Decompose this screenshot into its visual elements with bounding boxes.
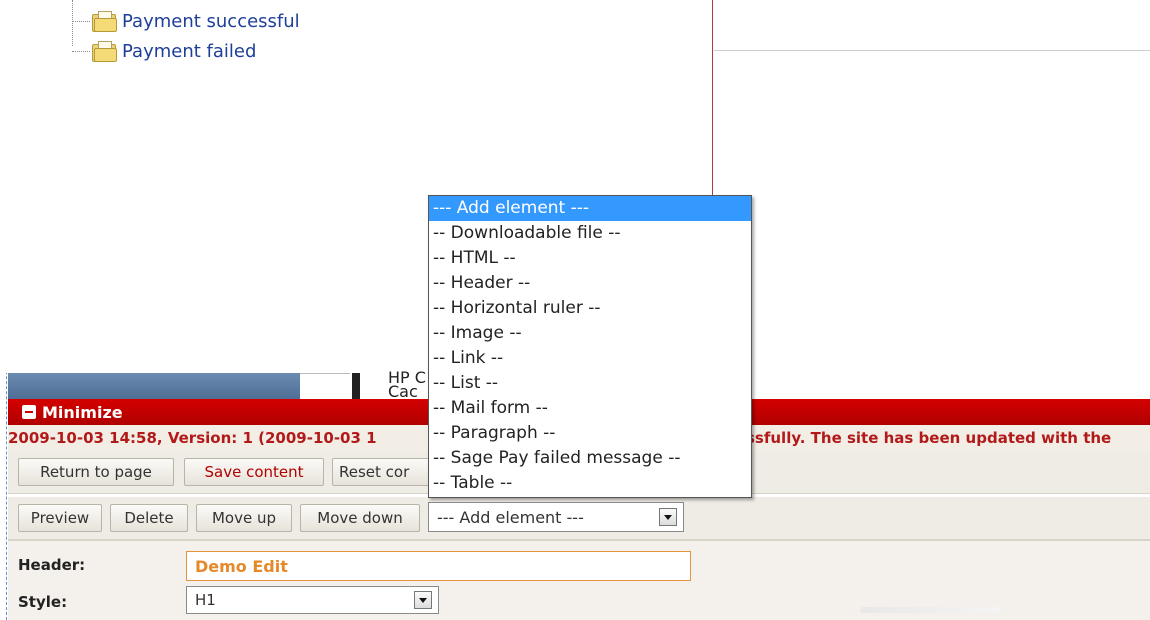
tree-item-payment-failed[interactable]: Payment failed	[92, 39, 256, 63]
dropdown-option-sage-pay-failed-message[interactable]: -- Sage Pay failed message --	[429, 446, 751, 471]
dropdown-option-add-element[interactable]: --- Add element ---	[429, 196, 751, 221]
dropdown-option-table[interactable]: -- Table --	[429, 471, 751, 496]
background-smudge	[860, 607, 1000, 613]
add-element-value: --- Add element ---	[437, 507, 584, 527]
dropdown-option-mail-form[interactable]: -- Mail form --	[429, 396, 751, 421]
delete-button[interactable]: Delete	[110, 504, 188, 532]
background-strip	[300, 373, 350, 400]
tree-item-label[interactable]: Payment successful	[122, 11, 300, 32]
dropdown-option-paragraph[interactable]: -- Paragraph --	[429, 421, 751, 446]
chevron-down-icon[interactable]	[659, 508, 677, 526]
tree-connector	[72, 51, 90, 52]
style-label: Style:	[18, 593, 68, 611]
folder-icon	[92, 11, 117, 32]
add-element-dropdown-list: --- Add element --- -- Downloadable file…	[428, 195, 752, 498]
style-value: H1	[195, 591, 216, 609]
add-element-select[interactable]: --- Add element ---	[428, 502, 684, 532]
tree-item-label[interactable]: Payment failed	[122, 41, 256, 62]
preview-button[interactable]: Preview	[18, 504, 102, 532]
dropdown-option-list[interactable]: -- List --	[429, 371, 751, 396]
header-label: Header:	[18, 556, 86, 574]
folder-icon	[92, 41, 117, 62]
style-select[interactable]: H1	[186, 586, 439, 614]
dropdown-option-horizontal-ruler[interactable]: -- Horizontal ruler --	[429, 296, 751, 321]
background-text: HP C Cac	[388, 371, 426, 399]
dropdown-option-link[interactable]: -- Link --	[429, 346, 751, 371]
dropdown-option-html[interactable]: -- HTML --	[429, 246, 751, 271]
save-content-button[interactable]: Save content	[184, 458, 324, 486]
background-divider	[352, 373, 360, 399]
minimize-icon[interactable]	[22, 405, 36, 419]
reset-content-button[interactable]: Reset cor	[332, 458, 442, 486]
tree-connector	[72, 21, 90, 22]
header-field[interactable]: Demo Edit	[186, 551, 691, 581]
right-panel-header	[714, 0, 1150, 51]
element-toolbar: Preview Delete Move up Move down --- Add…	[8, 497, 1150, 541]
move-up-button[interactable]: Move up	[196, 504, 292, 532]
status-text-left: 2009-10-03 14:58, Version: 1 (2009-10-03…	[8, 429, 377, 447]
dropdown-option-header[interactable]: -- Header --	[429, 271, 751, 296]
return-to-page-button[interactable]: Return to page	[18, 458, 174, 486]
chevron-down-icon[interactable]	[414, 591, 432, 609]
status-text-right: ssfully. The site has been updated with …	[746, 429, 1112, 447]
tree-item-payment-successful[interactable]: Payment successful	[92, 9, 300, 33]
tree-connector	[72, 0, 73, 46]
minimize-button[interactable]: Minimize	[42, 403, 123, 422]
move-down-button[interactable]: Move down	[300, 504, 420, 532]
dropdown-option-downloadable-file[interactable]: -- Downloadable file --	[429, 221, 751, 246]
dropdown-option-image[interactable]: -- Image --	[429, 321, 751, 346]
background-banner	[8, 373, 300, 399]
